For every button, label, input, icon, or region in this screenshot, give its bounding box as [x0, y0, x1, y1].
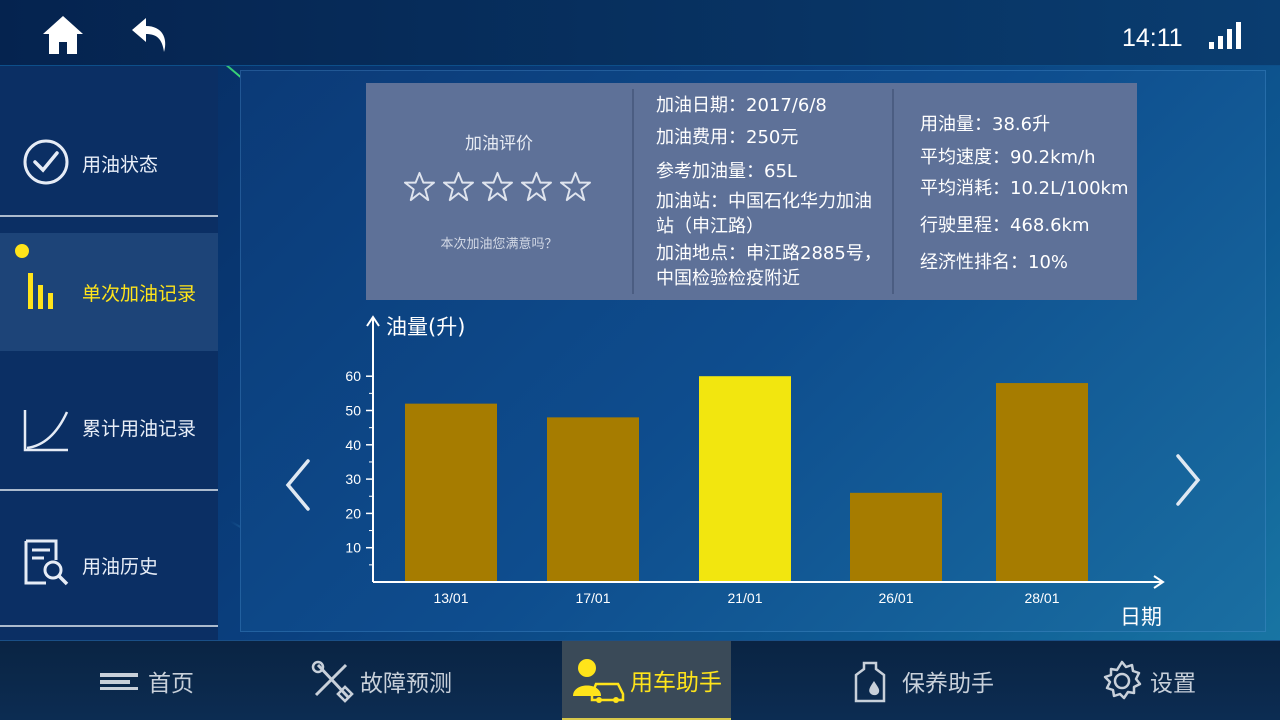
wrench-screwdriver-icon — [311, 660, 354, 703]
tab-fault-prediction[interactable]: 故障预测 — [310, 641, 452, 720]
bar[interactable] — [699, 376, 791, 582]
driver-car-icon — [573, 658, 625, 703]
x-tick-label: 13/01 — [433, 590, 468, 606]
average-consumption: 平均消耗：10.2L/100km — [920, 178, 1129, 199]
fuel-bar-chart: 13/01 17/01 21/01 26/01 28/01 10 20 30 40 50 60 油… — [345, 315, 1165, 629]
tab-label: 设置 — [1150, 671, 1196, 697]
top-bar: 14:11 — [0, 0, 1280, 66]
tab-driving-assistant[interactable]: 用车助手 — [562, 641, 731, 720]
sidebar-item-label: 用油历史 — [82, 556, 159, 578]
oil-bottle-icon — [854, 661, 886, 703]
fuel-used: 用油量：38.6升 — [920, 114, 1051, 135]
y-tick-label: 30 — [345, 471, 361, 487]
rating-question: 本次加油您满意吗？ — [440, 237, 558, 252]
tab-maintenance-assistant[interactable]: 保养助手 — [852, 641, 994, 720]
divider — [0, 489, 218, 491]
bar[interactable] — [996, 383, 1088, 582]
bar[interactable] — [405, 403, 497, 582]
menu-lines-icon — [100, 673, 138, 690]
star-icon[interactable] — [482, 171, 513, 202]
tab-label: 故障预测 — [360, 671, 452, 697]
mileage: 行驶里程：468.6km — [920, 215, 1090, 236]
star-icon[interactable] — [521, 171, 552, 202]
refuel-reference-amount: 参考加油量：65L — [656, 161, 797, 182]
refuel-cost: 加油费用：250元 — [656, 127, 799, 148]
x-tick-label: 17/01 — [575, 590, 610, 606]
star-icon[interactable] — [443, 171, 474, 202]
sidebar-item-fuel-history[interactable]: 用油历史 — [0, 496, 218, 626]
refuel-address: 加油地点：申江路2885号，中国检验检疫附近 — [656, 243, 882, 289]
economy-rank: 经济性排名：10% — [920, 252, 1069, 273]
x-axis-label: 日期 — [1120, 605, 1162, 629]
x-tick-label: 28/01 — [1024, 590, 1059, 606]
rating-title: 加油评价 — [465, 134, 533, 154]
check-circle-icon — [23, 139, 69, 185]
sidebar-item-label: 累计用油记录 — [82, 418, 197, 440]
y-tick-label: 50 — [345, 403, 361, 419]
y-tick-label: 20 — [345, 505, 361, 521]
y-axis-label: 油量(升) — [386, 315, 465, 339]
refuel-station: 加油站：中国石化华力加油站（申江路） — [656, 191, 872, 237]
star-rating — [404, 171, 591, 202]
bar[interactable] — [850, 492, 942, 582]
bottom-tab-bar: 首页 故障预测 用车助手 保养助手 设置 — [0, 640, 1280, 720]
x-tick-label: 26/01 — [878, 590, 913, 606]
tab-label: 保养助手 — [902, 671, 994, 697]
sidebar-item-fuel-status[interactable]: 用油状态 — [0, 94, 218, 224]
y-tick-label: 10 — [345, 540, 361, 556]
divider — [0, 215, 218, 217]
divider — [892, 89, 894, 294]
average-speed: 平均速度：90.2km/h — [920, 147, 1096, 168]
rating-section: 加油评价 本次加油您满意吗？ — [366, 83, 632, 300]
sidebar-item-single-refuel[interactable]: 单次加油记录 — [0, 233, 218, 351]
chevron-left-icon[interactable] — [280, 455, 320, 515]
chevron-right-icon[interactable] — [1168, 450, 1208, 510]
trip-stats: 用油量：38.6升 平均速度：90.2km/h 平均消耗：10.2L/100km… — [920, 83, 1135, 300]
sidebar-item-label: 单次加油记录 — [82, 283, 197, 305]
home-icon[interactable] — [40, 12, 86, 58]
tab-home[interactable]: 首页 — [98, 641, 194, 720]
x-tick-label: 21/01 — [727, 590, 762, 606]
active-indicator-dot — [15, 244, 29, 258]
star-icon[interactable] — [560, 171, 591, 202]
refuel-info-card: 加油评价 本次加油您满意吗？ 加油日期：2017/6/8 加油费用：250元 参… — [366, 83, 1137, 300]
divider — [0, 625, 218, 627]
bars-icon — [28, 273, 53, 309]
tab-settings[interactable]: 设置 — [1100, 641, 1196, 720]
gear-icon — [1103, 660, 1142, 700]
divider — [632, 89, 634, 294]
growth-curve-icon — [23, 410, 69, 452]
refuel-date: 加油日期：2017/6/8 — [656, 95, 827, 116]
refuel-details: 加油日期：2017/6/8 加油费用：250元 参考加油量：65L 加油站：中国… — [656, 83, 896, 300]
back-arrow-icon[interactable] — [128, 12, 174, 58]
sidebar-item-cumulative[interactable]: 累计用油记录 — [0, 366, 218, 486]
sidebar-item-label: 用油状态 — [82, 154, 159, 176]
signal-bars-icon — [1209, 22, 1241, 49]
y-tick-label: 40 — [345, 437, 361, 453]
clock: 14:11 — [1122, 24, 1183, 52]
bar[interactable] — [547, 417, 639, 582]
sidebar: 用油状态 单次加油记录 累计用油记录 用油历史 — [0, 66, 218, 640]
document-search-icon — [24, 539, 69, 586]
tab-label: 用车助手 — [630, 669, 722, 696]
star-icon[interactable] — [404, 171, 435, 202]
tab-label: 首页 — [148, 671, 194, 697]
y-tick-label: 60 — [345, 368, 361, 384]
